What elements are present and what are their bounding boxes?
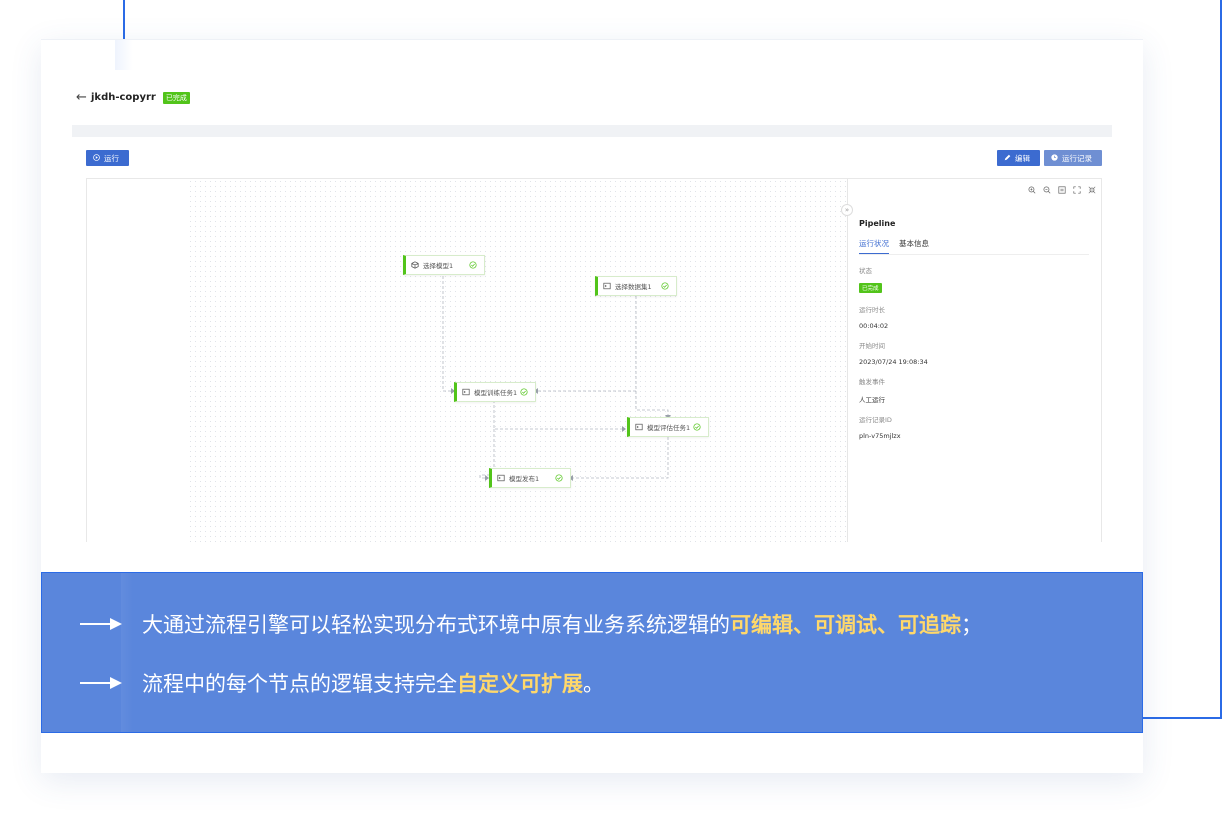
check-circle-icon (661, 281, 670, 291)
app-window: ← jkdh-copyrr 已完成 运行 编辑 运行记录 选择模型1 选择数据集… (72, 70, 1112, 542)
arrow-right-icon (80, 618, 122, 630)
run-button[interactable]: 运行 (86, 150, 129, 166)
feature-line: 大通过流程引擎可以轻松实现分布式环境中原有业务系统逻辑的 可编辑、可调试、可追踪； (80, 609, 982, 639)
terminal-icon (461, 388, 470, 397)
zoom-out-icon[interactable] (1042, 185, 1051, 194)
page-title: jkdh-copyrr (91, 92, 156, 103)
collapse-panel-button[interactable]: » (841, 204, 853, 216)
pipeline-canvas: 选择模型1 选择数据集1 模型训练任务1 模型评估任务1 模型发布1 » Pip… (86, 178, 1102, 542)
node-label: 模型评估任务1 (647, 424, 691, 432)
tab-basic-info[interactable]: 基本信息 (899, 238, 929, 254)
main-content: 运行 编辑 运行记录 选择模型1 选择数据集1 模型训练任务1 模型评估任务1 … (72, 137, 1112, 542)
terminal-icon (634, 423, 643, 432)
start-time-label: 开始时间 (859, 342, 885, 350)
edit-button[interactable]: 编辑 (997, 150, 1040, 166)
pencil-icon (1004, 154, 1011, 163)
status-badge: 已完成 (859, 283, 882, 293)
tab-run-status[interactable]: 运行状况 (859, 238, 889, 254)
run-history-button[interactable]: 运行记录 (1044, 150, 1102, 166)
arrow-right-icon (80, 677, 122, 689)
terminal-icon (496, 474, 505, 483)
clock-icon (1051, 153, 1058, 163)
node-label: 选择模型1 (423, 262, 454, 270)
node-label: 模型发布1 (509, 475, 540, 483)
feature-text-end: ； (961, 613, 982, 637)
feature-text: 流程中的每个节点的逻辑支持完全 (142, 672, 457, 696)
cube-icon (410, 261, 419, 270)
trigger-value: 人工运行 (859, 396, 885, 404)
feature-banner: 大通过流程引擎可以轻松实现分布式环境中原有业务系统逻辑的 可编辑、可调试、可追踪；… (41, 572, 1143, 733)
check-circle-icon (693, 422, 702, 432)
collapse-view-icon[interactable] (1087, 185, 1096, 194)
feature-highlight: 可编辑、可调试、可追踪 (730, 613, 961, 637)
check-circle-icon (520, 387, 529, 397)
duration-value: 00:04:02 (859, 322, 889, 330)
feature-text-end: 。 (583, 672, 604, 696)
side-panel-tabs: 运行状况 基本信息 (859, 238, 1089, 255)
pipeline-side-panel: Pipeline 运行状况 基本信息 状态 已完成 运行时长 00:04:02 … (859, 219, 1099, 440)
node-model-release[interactable]: 模型发布1 (489, 468, 571, 488)
status-label: 状态 (859, 267, 872, 275)
feature-text: 大通过流程引擎可以轻松实现分布式环境中原有业务系统逻辑的 (142, 613, 730, 637)
node-select-dataset[interactable]: 选择数据集1 (595, 276, 677, 296)
node-model-training[interactable]: 模型训练任务1 (454, 382, 536, 402)
terminal-icon (602, 282, 611, 291)
side-panel-title: Pipeline (859, 219, 896, 228)
feature-highlight: 自定义可扩展 (457, 672, 583, 696)
fullscreen-icon[interactable] (1072, 185, 1081, 194)
fit-view-icon[interactable] (1057, 185, 1066, 194)
duration-label: 运行时长 (859, 306, 885, 314)
feature-line: 流程中的每个节点的逻辑支持完全 自定义可扩展。 (80, 668, 604, 698)
run-button-label: 运行 (104, 153, 119, 163)
node-model-evaluation[interactable]: 模型评估任务1 (627, 417, 709, 437)
page-header: ← jkdh-copyrr 已完成 (72, 70, 1112, 125)
check-circle-icon (555, 473, 564, 483)
run-record-id-label: 运行记录ID (859, 416, 892, 424)
canvas-toolbar (1027, 185, 1096, 194)
check-circle-icon (469, 260, 478, 270)
run-record-id-value: pln-v75mjlzx (859, 432, 901, 440)
back-arrow-icon[interactable]: ← (76, 90, 90, 105)
node-select-model[interactable]: 选择模型1 (403, 255, 485, 275)
play-circle-icon (93, 153, 100, 163)
node-label: 选择数据集1 (615, 283, 652, 291)
zoom-in-icon[interactable] (1027, 185, 1036, 194)
edit-button-label: 编辑 (1015, 153, 1030, 163)
run-history-button-label: 运行记录 (1062, 153, 1092, 163)
start-time-value: 2023/07/24 19:08:34 (859, 358, 928, 366)
side-panel-divider (847, 179, 848, 542)
status-badge: 已完成 (162, 91, 190, 104)
trigger-label: 触发事件 (859, 378, 885, 386)
node-label: 模型训练任务1 (474, 389, 518, 397)
